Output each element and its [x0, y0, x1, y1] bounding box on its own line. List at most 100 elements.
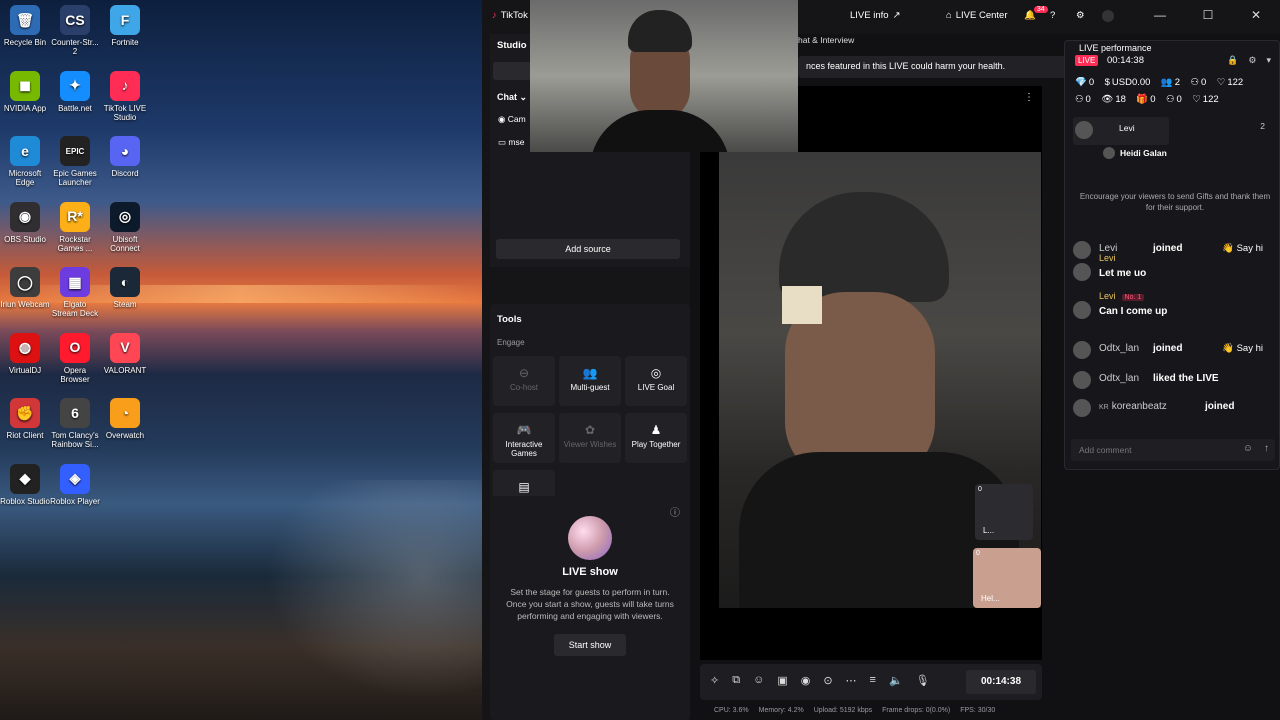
desktop-icon[interactable]: ◉ OBS Studio: [0, 201, 50, 244]
avatar[interactable]: [1102, 10, 1114, 22]
tool-interactive-games[interactable]: 🎮 Interactive Games: [493, 413, 555, 463]
layout-icon[interactable]: ⧉: [732, 674, 740, 687]
chat-username[interactable]: Odtx_lan: [1099, 343, 1139, 354]
tool-icon: 👥: [582, 366, 598, 380]
more-icon[interactable]: ⋯: [846, 674, 857, 687]
live-center-button[interactable]: ⌂ LIVE Center: [946, 10, 1008, 21]
close-button[interactable]: ✕: [1246, 8, 1266, 26]
desktop-icon[interactable]: F Fortnite: [100, 5, 150, 47]
tool-viewer-wishes[interactable]: ✿ Viewer Wishes: [559, 413, 621, 463]
tool-label: Viewer Wishes: [563, 440, 617, 449]
desktop-icon[interactable]: ◯ Iriun Webcam: [0, 267, 50, 309]
desktop-icon[interactable]: ◕ Discord: [100, 136, 150, 178]
source-screen[interactable]: ▭ mse: [498, 137, 524, 148]
tool-multi-guest[interactable]: 👥 Multi-guest: [559, 356, 621, 406]
more-options-icon[interactable]: ⋮: [1024, 92, 1034, 103]
camera-switch-icon[interactable]: ⊙: [823, 674, 832, 687]
say-hi-button[interactable]: 👋 Say hi: [1222, 343, 1263, 354]
toolbar-icons: ✧ ⧉ ☺ ▣ ◉ ⊙ ⋯ ≡ 🔈 🎙: [710, 674, 930, 687]
volume-icon[interactable]: 🔈: [889, 674, 903, 687]
lock-icon[interactable]: 🔒: [1227, 55, 1238, 66]
send-icon[interactable]: ↑: [1264, 443, 1269, 454]
screen-icon[interactable]: ▣: [777, 674, 787, 687]
desktop-icon[interactable]: ◔ Overwatch: [100, 398, 150, 440]
desktop-icon[interactable]: ◍ VirtualDJ: [0, 332, 50, 375]
desktop-icon-label: Ubisoft Connect: [110, 234, 140, 253]
tool-live-goal[interactable]: ◎ LIVE Goal: [625, 356, 687, 406]
chat-username[interactable]: koreanbeatz: [1112, 401, 1167, 412]
desktop-icon-label: Elgato Stream Deck: [51, 300, 99, 318]
desktop-icon[interactable]: ✊ Riot Client: [0, 398, 50, 440]
desktop-icon[interactable]: ▦ Elgato Stream Deck: [50, 267, 100, 318]
guest-name: Hel...: [981, 594, 1000, 603]
desktop-icon[interactable]: ◎ Ubisoft Connect: [100, 201, 150, 253]
help-icon[interactable]: ⓘ: [670, 504, 680, 519]
webcam-overlay: [530, 0, 798, 152]
say-hi-button[interactable]: 👋 Say hi: [1222, 243, 1263, 254]
app-icon: ◉: [10, 201, 40, 232]
tool-icon: ♟: [650, 423, 662, 437]
settings-icon[interactable]: ⚙: [1248, 55, 1256, 66]
microphone-icon[interactable]: 🎙: [916, 674, 930, 687]
desktop-icon[interactable]: R* Rockstar Games ...: [50, 201, 100, 253]
avatar: [1073, 341, 1091, 359]
tab-chat[interactable]: Chat ⌄: [497, 92, 527, 103]
app-icon: V: [110, 332, 140, 363]
stream-toolbar: ✧ ⧉ ☺ ▣ ◉ ⊙ ⋯ ≡ 🔈 🎙 00:14:38: [700, 664, 1042, 700]
desktop-icon[interactable]: O Opera Browser: [50, 332, 100, 384]
tool-play-together[interactable]: ♟ Play Together: [625, 413, 687, 463]
desktop-icon[interactable]: ♪ TikTok LIVE Studio: [100, 70, 150, 122]
guest-tile[interactable]: 0 Hel...: [973, 548, 1041, 608]
help-icon[interactable]: ?: [1050, 10, 1055, 21]
sliders-icon[interactable]: ≡: [870, 674, 876, 687]
desktop-icon[interactable]: ◈ Roblox Player: [50, 463, 100, 506]
emoji-icon[interactable]: ☺: [1243, 443, 1253, 454]
upload-status: Upload: 5192 kbps: [813, 706, 873, 714]
desktop-icon[interactable]: ◐ Steam: [100, 267, 150, 309]
encourage-text: Encourage your viewers to send Gifts and…: [1079, 192, 1271, 212]
chat-username[interactable]: Levi: [1099, 291, 1116, 301]
desktop-icon[interactable]: CS Counter-Str... 2: [50, 5, 100, 56]
tool-co-host[interactable]: ⊖ Co-host: [493, 356, 555, 406]
effects-icon[interactable]: ✧: [710, 674, 719, 687]
add-source-button[interactable]: Add source: [496, 239, 680, 259]
maximize-button[interactable]: ☐: [1198, 8, 1218, 26]
start-show-button[interactable]: Start show: [554, 634, 626, 656]
desktop-icon[interactable]: 6 Tom Clancy's Rainbow Si...: [50, 398, 100, 449]
minimize-button[interactable]: —: [1150, 8, 1170, 26]
desktop-icon-label: Roblox Studio: [0, 496, 50, 506]
overlay-beanie: [628, 10, 692, 52]
desktop-icon-label: NVIDIA App: [3, 103, 47, 113]
desktop-icon[interactable]: e Microsoft Edge: [0, 136, 50, 187]
chat-text: joined: [1153, 343, 1183, 354]
desktop-icon[interactable]: ◼ NVIDIA App: [0, 70, 50, 113]
heart-icon: ♡: [1192, 94, 1201, 105]
desktop-icon[interactable]: V VALORANT: [100, 332, 150, 375]
desktop-icon-label: VirtualDJ: [8, 365, 42, 375]
studio-label: Studio: [497, 40, 527, 51]
tools-title: Tools: [497, 314, 522, 325]
guest-tile[interactable]: 0 L...: [975, 484, 1033, 540]
desktop-icon-label: Rockstar Games ...: [57, 234, 93, 253]
chat-username[interactable]: Levi: [1099, 253, 1116, 263]
chat-username[interactable]: Odtx_lan: [1099, 373, 1139, 384]
desktop-icon-label: Fortnite: [111, 38, 139, 47]
settings-gear-icon[interactable]: ⚙: [1076, 10, 1085, 21]
app-title: ♪ TikTok: [492, 10, 528, 21]
tab-chat-interview[interactable]: hat & Interview: [798, 35, 854, 45]
app-icon: O: [60, 332, 90, 363]
tool-label: Multi-guest: [570, 383, 610, 392]
desktop-icon[interactable]: ✦ Battle.net: [50, 70, 100, 113]
live-performance-panel: LIVE performance LIVE 00:14:38 🔒 ⚙ ▾ 💎 0 $ U…: [1064, 40, 1280, 470]
beauty-icon[interactable]: ☺: [753, 674, 764, 687]
source-camera[interactable]: ◉ Cam: [498, 114, 526, 125]
record-icon[interactable]: ◉: [801, 674, 811, 687]
app-icon: e: [10, 136, 40, 166]
live-info-button[interactable]: LIVE info ↗: [850, 10, 901, 21]
desktop-icon[interactable]: 🗑 Recycle Bin: [0, 5, 50, 47]
comment-input[interactable]: Add comment ☺ ↑: [1071, 439, 1275, 461]
top-gifter[interactable]: Levi: [1073, 117, 1169, 145]
dropdown-icon[interactable]: ▾: [1266, 55, 1271, 66]
desktop-icon[interactable]: ◆ Roblox Studio: [0, 463, 50, 506]
desktop-icon[interactable]: EPIC Epic Games Launcher: [50, 136, 100, 187]
